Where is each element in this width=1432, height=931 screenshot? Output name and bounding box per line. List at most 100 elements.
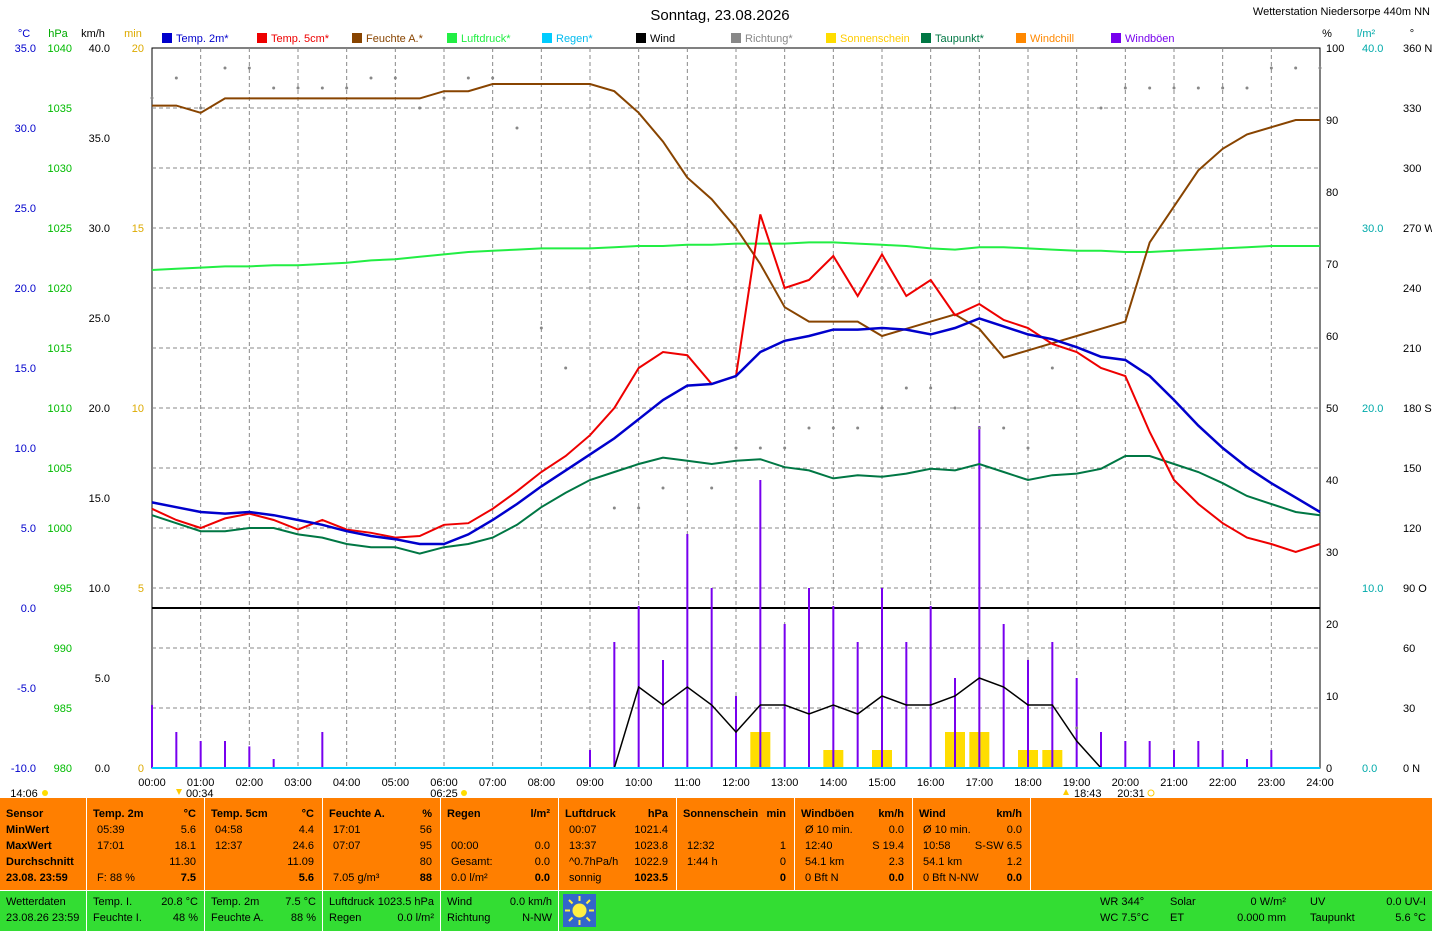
tick-wind: 30.0 [89, 223, 110, 235]
astro-sun-icon [461, 790, 467, 796]
panel-title-wind: Wind [919, 808, 946, 820]
panel-cell-value: 0.0 [534, 856, 550, 868]
legend-swatch [826, 33, 836, 43]
status-regen: 0.0 l/m² [397, 912, 434, 924]
tick-time: 08:00 [528, 777, 556, 789]
direction-point [418, 106, 422, 110]
panel-cell-value: 7.5 [180, 872, 196, 884]
tick-wind: 5.0 [95, 673, 110, 685]
direction-point [466, 76, 470, 80]
panel-col-pressure: Luftdruck hPa 00:07 1021.4 13:37 1023.8 ^0.7hP… [559, 798, 677, 890]
tick-temp: 0.0 [21, 603, 36, 615]
legend-label: Taupunkt* [935, 33, 985, 45]
tick-temp: -10.0 [11, 763, 36, 775]
panel-cell-label: 12:40 [805, 840, 833, 852]
tick-direction: 300 [1403, 163, 1421, 175]
unit-humidity: % [1322, 28, 1332, 40]
tick-humidity: 100 [1326, 43, 1344, 55]
tick-humidity: 10 [1326, 691, 1338, 703]
panel-cell-label: 54.1 km [805, 856, 845, 868]
status-uv-label: UV [1310, 896, 1326, 908]
tick-direction: 0 N [1403, 763, 1420, 775]
tick-direction: 60 [1403, 643, 1415, 655]
panel-cell-label: sonnig [569, 872, 602, 884]
status-pressure-col: Luftdruck 1023.5 hPa Regen 0.0 l/m² [323, 891, 441, 931]
direction-point [369, 76, 373, 80]
panel-unit-temp5cm: °C [301, 808, 314, 820]
tick-direction: 240 [1403, 283, 1421, 295]
panel-cell-label: 10:58 [923, 840, 951, 852]
panel-unit-pressure: hPa [647, 808, 668, 820]
status-et: 0.000 mm [1237, 912, 1286, 924]
panel-cell-value: 0.0 [534, 840, 550, 852]
direction-point [345, 86, 349, 90]
panel-unit-gusts: km/h [878, 808, 904, 820]
panel-cell-label: 05:39 [97, 824, 125, 836]
legend-label: Windböen [1125, 33, 1175, 45]
sensor-title: Sensor [6, 808, 44, 820]
legend-label: Regen* [556, 33, 593, 45]
panel-cell-value: 95 [419, 840, 432, 852]
status-wind-col: Wind 0.0 km/h Richtung N-NW [441, 891, 559, 931]
panel-unit-temp2m: °C [183, 808, 196, 820]
status-luftdruck: 1023.5 hPa [377, 896, 434, 908]
panel-cell-value: 0.0 [888, 824, 904, 836]
panel-cell-value: S 19.4 [872, 840, 904, 852]
legend-swatch [162, 33, 172, 43]
panel-cell-value: 56 [419, 824, 432, 836]
tick-direction: 30 [1403, 703, 1415, 715]
panel-cell-label: 12:32 [687, 840, 715, 852]
tick-time: 18:00 [1014, 777, 1042, 789]
tick-humidity: 30 [1326, 547, 1338, 559]
legend-label: Feuchte A.* [366, 33, 424, 45]
tick-sun: 10 [132, 403, 144, 415]
direction-point [977, 426, 981, 430]
tick-time: 14:00 [820, 777, 848, 789]
tick-humidity: 0 [1326, 763, 1332, 775]
status-temp2m-label: Temp. 2m [211, 896, 260, 908]
panel-cell-value: 1021.4 [634, 824, 668, 836]
direction-point [150, 96, 154, 100]
status-temp-i: 20.8 °C [161, 896, 198, 908]
tick-time: 21:00 [1160, 777, 1188, 789]
direction-point [880, 406, 884, 410]
tick-temp: -5.0 [17, 683, 36, 695]
tick-rain: 20.0 [1362, 403, 1383, 415]
tick-temp: 10.0 [15, 443, 36, 455]
panel-title-temp2m: Temp. 2m [93, 808, 144, 820]
status-wind-label: Wind [447, 896, 473, 908]
direction-point [199, 106, 203, 110]
axis-ticks: 35.0 30.0 25.0 20.0 15.0 10.0 5.0 0.0 -5.0 -10.0 1… [11, 43, 1432, 789]
direction-point [442, 96, 446, 100]
status-bar: Wetterdaten 23.08.26 23:59 Temp. I. 20.8… [0, 891, 1432, 931]
panel-cell-value: S-SW 6.5 [974, 840, 1022, 852]
panel-cell-value: 18.1 [174, 840, 196, 852]
tick-time: 11:00 [674, 777, 701, 789]
direction-point [588, 446, 592, 450]
tick-direction: 90 O [1403, 583, 1427, 595]
status-feuchte-i: 48 % [172, 912, 198, 924]
unit-wind: km/h [81, 28, 105, 40]
direction-point [1099, 106, 1103, 110]
direction-point [783, 446, 787, 450]
direction-point [612, 506, 616, 510]
tick-time: 12:00 [722, 777, 750, 789]
panel-title-humidity: Feuchte A. [329, 808, 385, 820]
panel-title-temp5cm: Temp. 5cm [211, 808, 268, 820]
tick-pressure: 980 [54, 763, 72, 775]
tick-time: 16:00 [917, 777, 945, 789]
tick-time: 03:00 [284, 777, 312, 789]
tick-sun: 0 [138, 763, 144, 775]
legend-label: Wind [650, 33, 675, 45]
panel-cell-value: 1022.9 [634, 856, 668, 868]
direction-point [393, 76, 397, 80]
tick-time: 02:00 [236, 777, 264, 789]
station-name: Wetterstation Niedersorpe 440m NN [1253, 6, 1430, 18]
tick-direction: 360 N [1403, 43, 1432, 55]
astro-dusk-icon [1147, 789, 1155, 797]
status-feuchte-i-label: Feuchte I. [93, 912, 142, 924]
tick-wind: 20.0 [89, 403, 110, 415]
panel-cell-label: 7.05 g/m³ [333, 872, 380, 884]
status-wc: WC 7.5°C [1100, 912, 1150, 924]
tick-time: 09:00 [576, 777, 604, 789]
